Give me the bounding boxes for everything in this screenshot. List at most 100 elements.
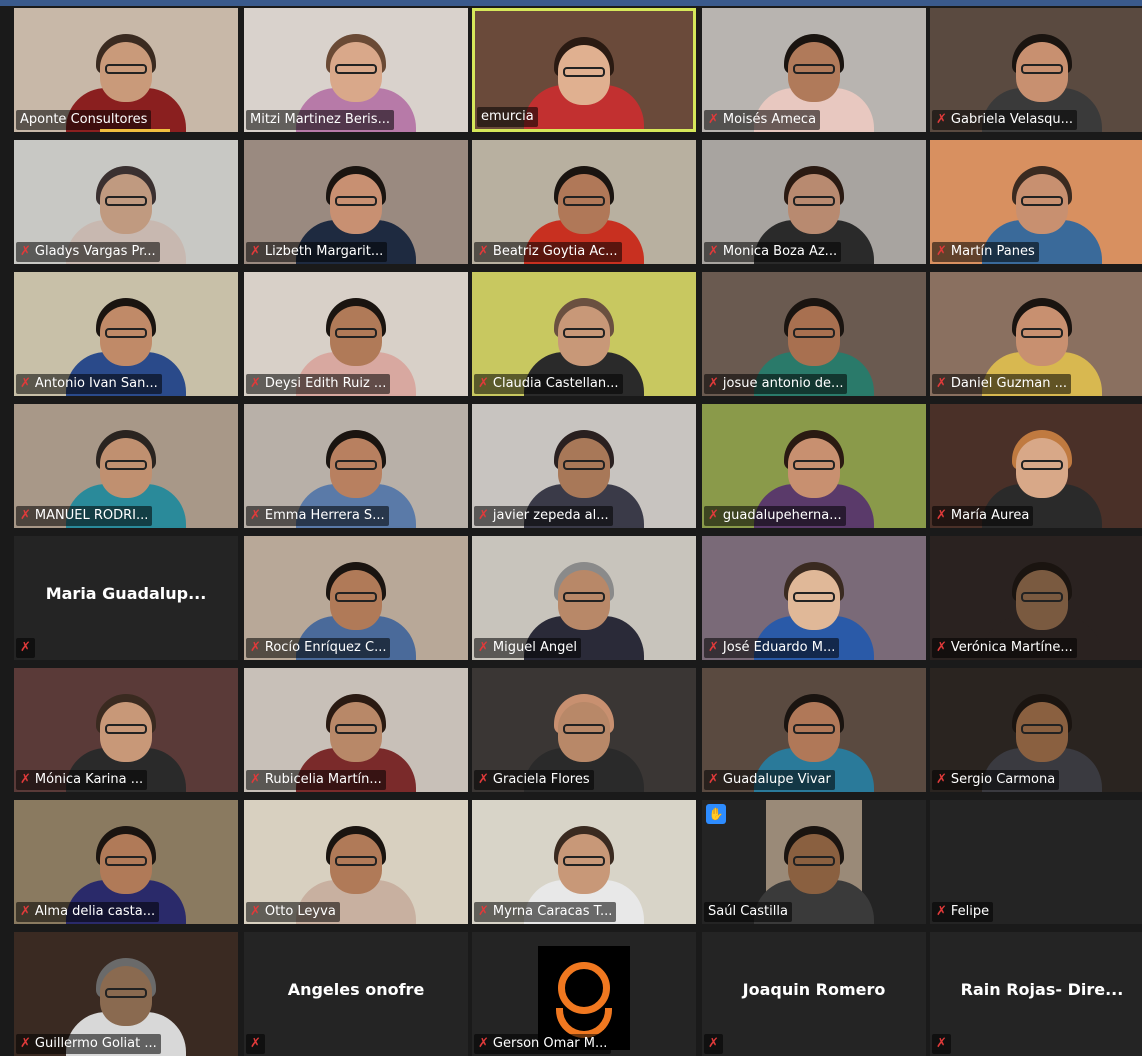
participant-tile[interactable]: ✗ Lizbeth Margarit... [244,140,468,264]
muted-mic-icon: ✗ [250,640,261,655]
muted-mic-icon: ✗ [708,112,719,127]
participant-tile[interactable]: ✗ Gladys Vargas Pr... [14,140,238,264]
participant-tile[interactable]: ✗ Beatriz Goytia Ac... [472,140,696,264]
participant-tile[interactable]: ✗ Daniel Guzman ... [930,272,1142,396]
participant-tile[interactable]: ✗ María Aurea [930,404,1142,528]
participant-name: Moisés Ameca [722,112,817,127]
muted-mic-icon: ✗ [250,772,261,787]
participant-tile[interactable]: ✗ guadalupeherna... [702,404,926,528]
participant-name-label: Aponte Consultores [16,110,152,130]
participant-name: Aponte Consultores [20,112,148,127]
participant-name-label: ✗ [932,1034,951,1054]
muted-mic-icon: ✗ [478,640,489,655]
participant-name-label: ✗ Emma Herrera S... [246,506,389,526]
glasses [105,724,147,734]
participant-name-label: Saúl Castilla [704,902,792,922]
participant-name: Miguel Angel [492,640,577,655]
participant-tile[interactable]: ✗ Mónica Karina ... [14,668,238,792]
participant-tile[interactable]: ✗ Monica Boza Az... [702,140,926,264]
participant-tile[interactable]: ✗ Gabriela Velasqu... [930,8,1142,132]
participant-tile[interactable]: ✗ Miguel Angel [472,536,696,660]
participant-name-label: ✗ Myrna Caracas T... [474,902,617,922]
participant-name-center: Rain Rojas- Dire... [960,980,1124,999]
participant-name: Alma delia casta... [34,904,156,919]
muted-mic-icon: ✗ [20,640,31,655]
participant-name: emurcia [481,109,534,124]
glasses [563,724,605,734]
participant-tile[interactable]: ✗ Verónica Martíne... [930,536,1142,660]
participant-name: Rubicelia Martín... [264,772,382,787]
participant-name-label: ✗ José Eduardo M... [704,638,840,658]
participant-name: Graciela Flores [492,772,590,787]
participant-tile[interactable]: ✗ Myrna Caracas T... [472,800,696,924]
participant-tile[interactable]: ✗ Guadalupe Vivar [702,668,926,792]
participant-tile[interactable]: ✗ Alma delia casta... [14,800,238,924]
participant-tile[interactable]: ✗ Gerson Omar M... [472,932,696,1056]
participant-name: Gabriela Velasqu... [950,112,1073,127]
muted-mic-icon: ✗ [478,508,489,523]
participant-tile[interactable]: ✗ Graciela Flores [472,668,696,792]
participant-tile[interactable]: ✗ Guillermo Goliat ... [14,932,238,1056]
participant-name-label: ✗ Graciela Flores [474,770,594,790]
participant-tile[interactable]: ✗ Rocío Enríquez C... [244,536,468,660]
muted-mic-icon: ✗ [936,112,947,127]
muted-mic-icon: ✗ [708,772,719,787]
participant-name-label: ✗ Sergio Carmona [932,770,1060,790]
participant-tile[interactable]: ✗ josue antonio de... [702,272,926,396]
participant-tile[interactable]: ✗ Emma Herrera S... [244,404,468,528]
participant-name-label: ✗ Rocío Enríquez C... [246,638,391,658]
glasses [335,460,377,470]
glasses [105,328,147,338]
muted-mic-icon: ✗ [708,508,719,523]
participant-name-label: ✗ Gabriela Velasqu... [932,110,1077,130]
glasses [1021,196,1063,206]
participant-name-center: Maria Guadalup... [45,584,207,603]
participant-tile[interactable]: ✗ Rubicelia Martín... [244,668,468,792]
participant-name: Claudia Castellan... [492,376,619,391]
participant-tile[interactable]: Aponte Consultores [14,8,238,132]
participant-name: Guillermo Goliat ... [34,1036,157,1051]
participant-name-label: ✗ [246,1034,265,1054]
participant-name: Rocío Enríquez C... [264,640,387,655]
participant-tile[interactable]: ✗ Sergio Carmona [930,668,1142,792]
participant-tile[interactable]: ✗ José Eduardo M... [702,536,926,660]
participant-tile[interactable]: Rain Rojas- Dire... ✗ [930,932,1142,1056]
participant-tile[interactable]: ✗ MANUEL RODRI... [14,404,238,528]
participant-name-label: ✗ Antonio Ivan San... [16,374,162,394]
glasses [563,196,605,206]
participant-tile[interactable]: ✗ Antonio Ivan San... [14,272,238,396]
glasses [563,460,605,470]
muted-mic-icon: ✗ [250,376,261,391]
participant-name: Monica Boza Az... [722,244,838,259]
participant-name-label: ✗ Rubicelia Martín... [246,770,386,790]
participant-name-label: ✗ Otto Leyva [246,902,340,922]
glasses [563,328,605,338]
participant-name-center: Joaquin Romero [742,980,886,999]
muted-mic-icon: ✗ [250,508,261,523]
participant-name: Mónica Karina ... [34,772,144,787]
participant-tile[interactable]: Maria Guadalup... ✗ [14,536,238,660]
glasses [1021,592,1063,602]
glasses [563,67,605,77]
participant-tile[interactable]: emurcia [472,8,696,132]
participant-tile[interactable]: ✋ Saúl Castilla [702,800,926,924]
participant-tile[interactable]: Angeles onofre ✗ [244,932,468,1056]
participant-name-label: ✗ [16,638,35,658]
participant-tile[interactable]: Joaquin Romero ✗ [702,932,926,1056]
participant-name-label: ✗ Gladys Vargas Pr... [16,242,160,262]
participant-tile[interactable]: ✗ Otto Leyva [244,800,468,924]
muted-mic-icon: ✗ [20,244,31,259]
participant-tile[interactable]: ✗ Deysi Edith Ruiz ... [244,272,468,396]
participant-tile[interactable]: Mitzi Martinez Beris... [244,8,468,132]
participant-name-label: ✗ Verónica Martíne... [932,638,1077,658]
logo-ring [558,962,610,1014]
participant-tile[interactable]: ✗ javier zepeda al... [472,404,696,528]
participant-tile[interactable]: ✗ Moisés Ameca [702,8,926,132]
glasses [335,856,377,866]
participant-tile[interactable]: ✗ Martín Panes [930,140,1142,264]
participant-name-label: ✗ Martín Panes [932,242,1039,262]
participant-name: guadalupeherna... [722,508,842,523]
glasses [793,196,835,206]
participant-tile[interactable]: ✗ Felipe [930,800,1142,924]
participant-tile[interactable]: ✗ Claudia Castellan... [472,272,696,396]
